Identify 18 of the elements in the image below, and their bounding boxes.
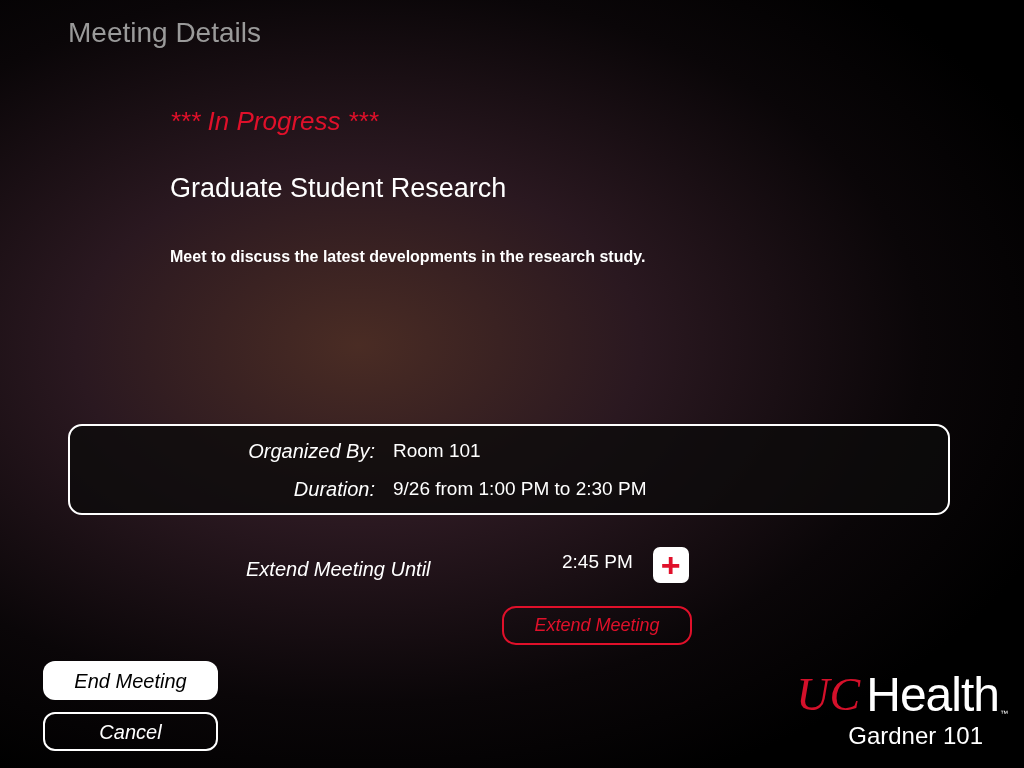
page-title: Meeting Details xyxy=(68,16,261,50)
add-time-button[interactable]: + xyxy=(652,547,689,583)
end-meeting-button[interactable]: End Meeting xyxy=(43,661,218,700)
room-name: Gardner 101 xyxy=(848,721,983,751)
trademark-sign: ™ xyxy=(1000,709,1008,719)
cancel-button[interactable]: Cancel xyxy=(43,712,218,751)
extend-meeting-button[interactable]: Extend Meeting xyxy=(502,606,692,645)
detail-label: Organized By: xyxy=(247,438,375,464)
extend-time: 2:45 PM xyxy=(562,550,633,574)
meeting-name: Graduate Student Research xyxy=(170,172,507,205)
meeting-status: *** In Progress *** xyxy=(170,105,379,138)
logo-mark: UC xyxy=(796,671,861,719)
detail-value: Room 101 xyxy=(393,438,481,463)
detail-label: Duration: xyxy=(292,476,375,502)
meeting-description: Meet to discuss the latest developments in the research study. xyxy=(170,247,646,267)
logo-wordmark: Health xyxy=(866,671,999,719)
detail-value: 9/26 from 1:00 PM to 2:30 PM xyxy=(393,476,647,501)
extend-label: Extend Meeting Until xyxy=(246,557,432,582)
